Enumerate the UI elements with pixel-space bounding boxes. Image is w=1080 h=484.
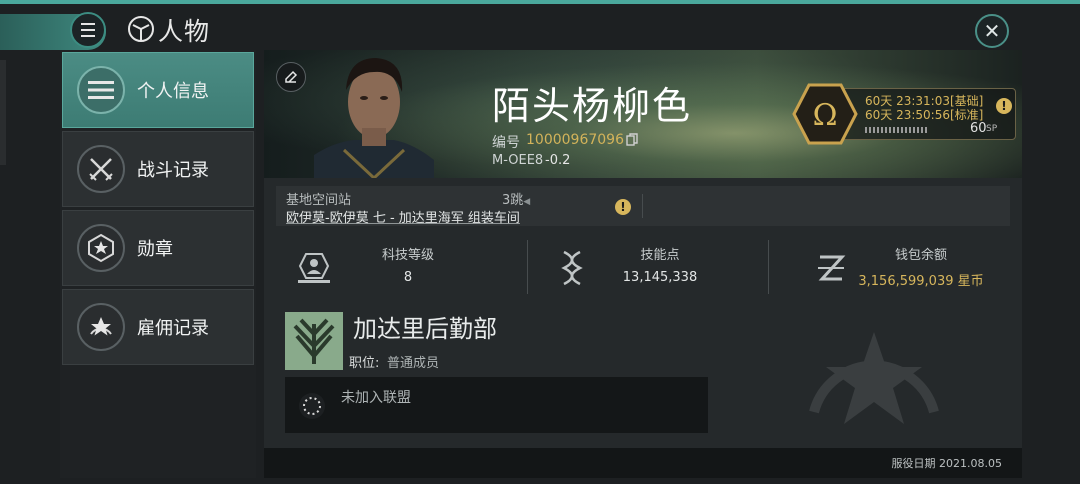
sp-unit: SP: [986, 124, 998, 134]
page-title: 人物: [158, 17, 211, 46]
sidebar-item-personal-info[interactable]: 个人信息: [62, 52, 254, 128]
stat-skill-points: 技能点 13,145,338: [528, 234, 768, 302]
location-code: M-OEE8: [492, 153, 544, 168]
stat-value: 8: [403, 270, 413, 285]
id-value: 10000967096: [526, 132, 624, 148]
corporation-logo[interactable]: [285, 312, 343, 370]
copy-icon[interactable]: [626, 133, 638, 147]
station-link[interactable]: 欧伊莫-欧伊莫 七 - 加达里海军 组装车间: [286, 207, 520, 226]
service-date: 服役日期 2021.08.05: [891, 457, 1002, 470]
omega-icon: Ω: [792, 83, 858, 145]
sidebar-item-combat-log[interactable]: 战斗记录: [62, 131, 254, 207]
divider: [642, 194, 643, 218]
stat-label: 钱包余额: [894, 248, 947, 263]
close-icon: ✕: [983, 19, 1001, 43]
sidebar-item-medals[interactable]: 勋章: [62, 210, 254, 286]
stat-value: 3,156,599,039 星币: [858, 274, 984, 289]
crossed-swords-icon: [77, 145, 125, 193]
position-label: 职位:: [349, 356, 380, 371]
edit-icon: [285, 70, 298, 83]
star-medal-icon: [77, 224, 125, 272]
jump-count: 3跳◀: [502, 193, 531, 208]
top-bar: 人物 ✕: [0, 4, 1080, 50]
alliance-status: 未加入联盟: [341, 390, 411, 406]
profile-banner: 陌头杨柳色 编号 10000967096 M-OEE8 -0.2 Ω 60天 2…: [264, 50, 1022, 178]
edit-profile-button[interactable]: [276, 62, 306, 92]
id-label: 编号: [492, 135, 520, 151]
character-portrait: [314, 58, 434, 178]
character-icon: [128, 16, 154, 42]
station-label: 基地空间站: [286, 193, 352, 208]
sidebar-item-label: 雇佣记录: [137, 318, 209, 339]
stat-tech-level: 科技等级 8: [276, 234, 526, 302]
stat-label: 技能点: [640, 248, 680, 263]
stats-row: 科技等级 8 技能点 13,145,338 钱包余额 3,156,599,039…: [276, 234, 1010, 302]
emblem-watermark: [809, 332, 939, 424]
main-panel: 陌头杨柳色 编号 10000967096 M-OEE8 -0.2 Ω 60天 2…: [264, 50, 1022, 478]
stat-label: 科技等级: [381, 248, 434, 263]
menu-icon: [81, 21, 95, 39]
station-warning-icon[interactable]: !: [615, 199, 631, 215]
star-laurel-icon: [77, 303, 125, 351]
list-icon: [77, 66, 125, 114]
left-edge-tab: [0, 60, 6, 165]
footer-bar: 服役日期 2021.08.05: [264, 448, 1022, 478]
menu-button[interactable]: [70, 12, 106, 48]
position-value: 普通成员: [387, 356, 440, 371]
close-button[interactable]: ✕: [975, 14, 1009, 48]
stat-wallet: 钱包余额 3,156,599,039 星币: [769, 234, 1010, 302]
alliance-icon: [299, 393, 325, 419]
sidebar-item-label: 勋章: [137, 239, 173, 260]
omega-warning-icon[interactable]: !: [996, 98, 1012, 114]
route-arrow-icon: ◀: [523, 197, 531, 207]
sidebar-item-label: 战斗记录: [137, 160, 209, 181]
home-station-panel: 基地空间站 3跳◀ 欧伊莫-欧伊莫 七 - 加达里海军 组装车间 !: [276, 186, 1010, 226]
sp-progress-bar: [865, 127, 927, 133]
stat-value: 13,145,338: [622, 270, 698, 285]
character-name: 陌头杨柳色: [492, 84, 693, 128]
security-status: -0.2: [545, 153, 571, 168]
svg-text:Ω: Ω: [813, 98, 838, 133]
sidebar-item-label: 个人信息: [137, 81, 209, 102]
alliance-panel[interactable]: 未加入联盟: [285, 377, 708, 433]
corporation-name[interactable]: 加达里后勤部: [353, 309, 497, 344]
sidebar-item-employment-history[interactable]: 雇佣记录: [62, 289, 254, 365]
sp-value: 60: [970, 121, 987, 136]
sidebar: 个人信息 战斗记录 勋章 雇佣记录: [60, 50, 256, 478]
omega-standard-time: 60天 23:50:56[标准]: [865, 108, 984, 122]
